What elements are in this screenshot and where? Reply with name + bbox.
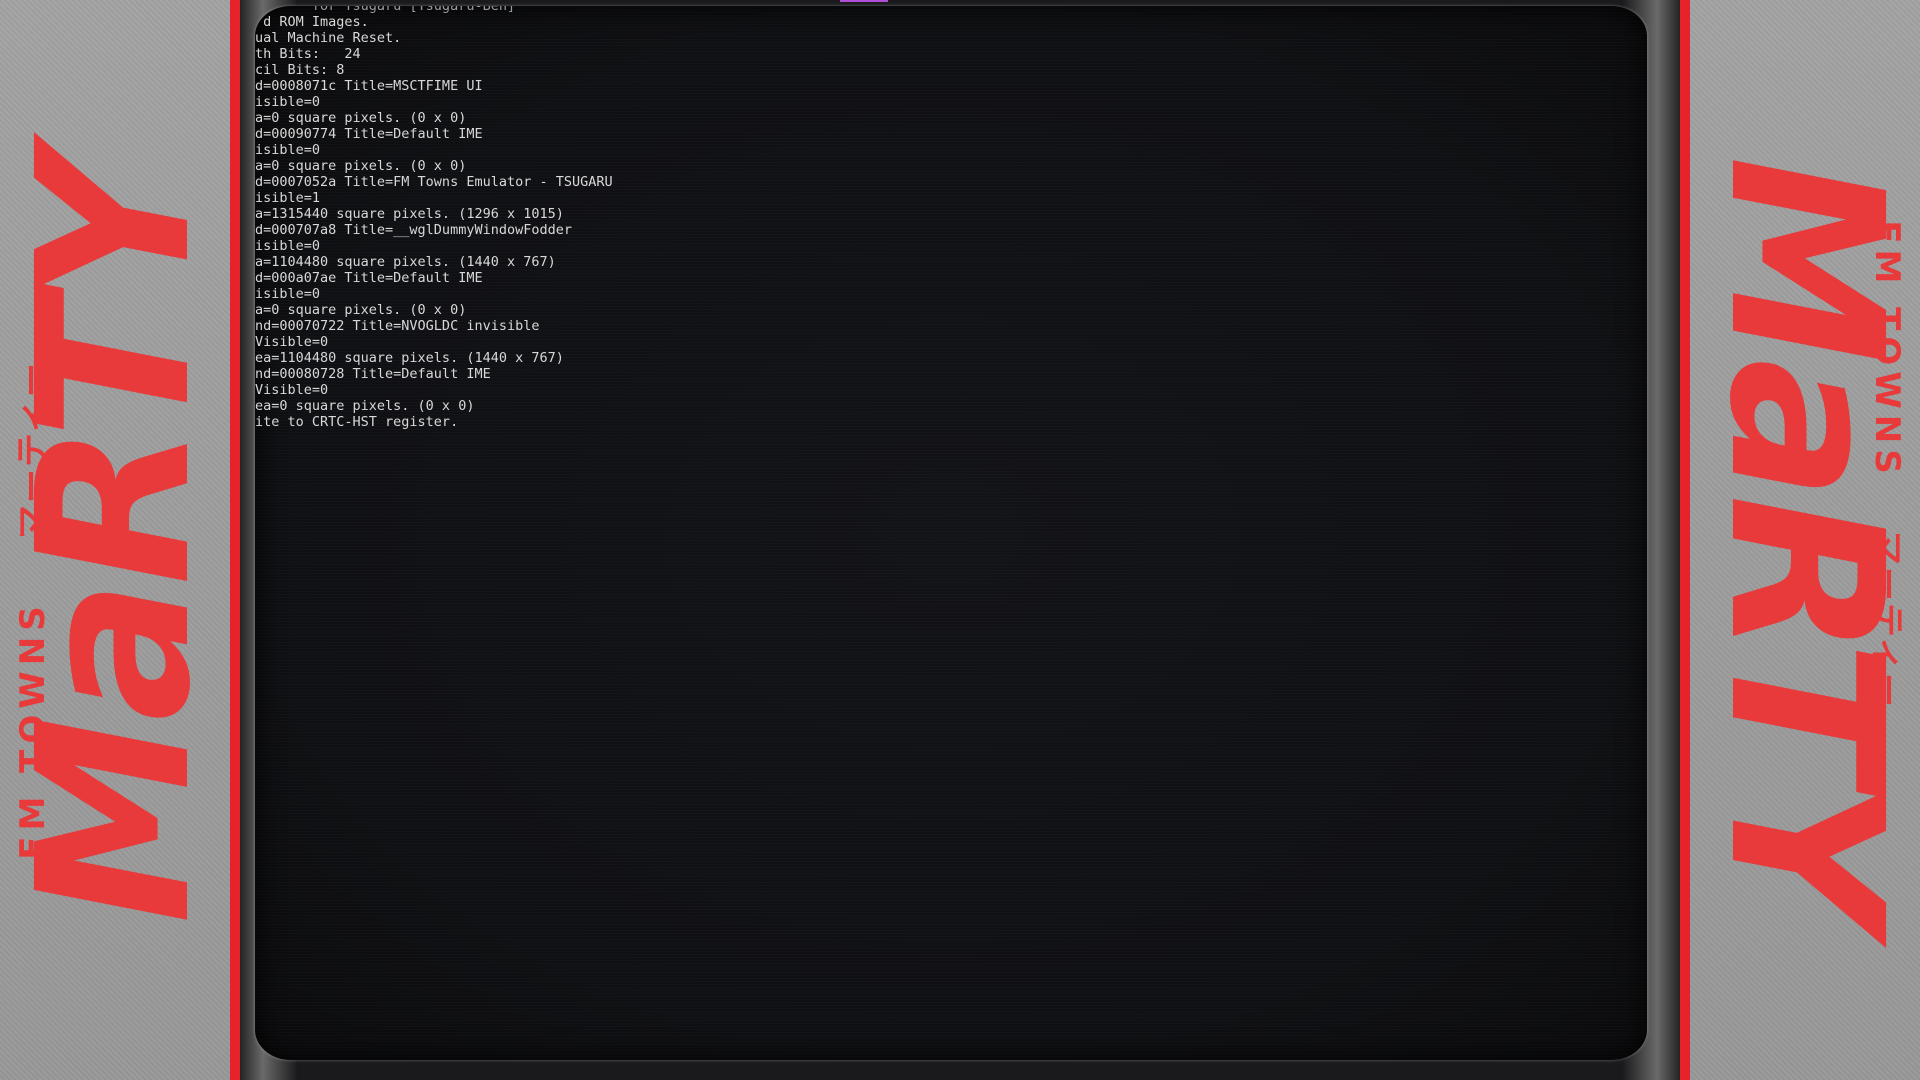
- console-line: isible=0: [255, 142, 321, 158]
- right-bezel-art: MaRTY FM TOWNS マーティー: [1690, 0, 1920, 1080]
- console-line: a=0 square pixels. (0 x 0): [255, 110, 467, 126]
- console-line: isible=0: [255, 94, 321, 110]
- katakana-label: マーティー: [13, 361, 53, 539]
- console-line: ea=1104480 square pixels. (1440 x 767): [255, 350, 564, 366]
- console-line: d ROM Images.: [255, 14, 369, 30]
- console-line: nd=00080728 Title=Default IME: [255, 366, 491, 382]
- red-stripe-right: [1680, 0, 1690, 1080]
- fm-towns-label: FM TOWNS: [1867, 220, 1907, 480]
- console-line: ual Machine Reset.: [255, 30, 402, 46]
- console-line: ite to CRTC-HST register.: [255, 414, 459, 430]
- console-line: nd=00070722 Title=NVOGLDC invisible: [255, 318, 540, 334]
- console-line: for Tsugaru [Tsugaru-Ben]: [255, 6, 516, 14]
- console-line: ea=0 square pixels. (0 x 0): [255, 398, 475, 414]
- console-line: d=0008071c Title=MSCTFIME UI: [255, 78, 483, 94]
- console-line: a=0 square pixels. (0 x 0): [255, 302, 467, 318]
- console-line: d=00090774 Title=Default IME: [255, 126, 483, 142]
- console-line: isible=0: [255, 238, 321, 254]
- console-line: Visible=0: [255, 334, 329, 350]
- fm-towns-label: FM TOWNS: [13, 600, 53, 860]
- console-line: a=1315440 square pixels. (1296 x 1015): [255, 206, 564, 222]
- console-line: Visible=0: [255, 382, 329, 398]
- marty-logo-left: MaRTY FM TOWNS マーティー: [0, 0, 230, 1080]
- console-line: isible=0: [255, 286, 321, 302]
- console-line: th Bits: 24: [255, 46, 361, 62]
- console-line: a=1104480 square pixels. (1440 x 767): [255, 254, 556, 270]
- console-line: d=000a07ae Title=Default IME: [255, 270, 483, 286]
- left-bezel-art: MaRTY FM TOWNS マーティー: [0, 0, 230, 1080]
- console-line: isible=1: [255, 190, 321, 206]
- console-line: a=0 square pixels. (0 x 0): [255, 158, 467, 174]
- katakana-label: マーティー: [1867, 531, 1907, 709]
- marty-logo-right: MaRTY FM TOWNS マーティー: [1690, 0, 1920, 1080]
- console-log: for Tsugaru [Tsugaru-Ben] d ROM Images. u…: [255, 6, 613, 430]
- console-line: d=0007052a Title=FM Towns Emulator - TSU…: [255, 174, 613, 190]
- window-indicator: [840, 0, 888, 2]
- console-line: d=000707a8 Title=__wglDummyWindowFodder: [255, 222, 572, 238]
- console-line: cil Bits: 8: [255, 62, 345, 78]
- crt-screen: for Tsugaru [Tsugaru-Ben] d ROM Images. u…: [255, 6, 1647, 1060]
- red-stripe-left: [230, 0, 240, 1080]
